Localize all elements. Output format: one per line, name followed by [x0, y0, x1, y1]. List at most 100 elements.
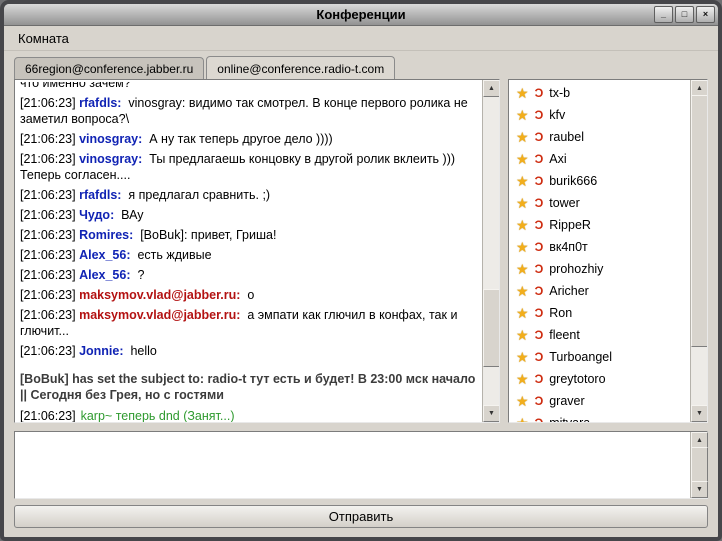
roster-user-name: greytotoro: [549, 372, 605, 386]
minimize-button[interactable]: _: [654, 6, 673, 23]
availability-icon: Ɔ: [535, 262, 544, 276]
roster-user[interactable]: ★ƆAricher: [509, 280, 691, 302]
message-nick: maksymov.vlad@jabber.ru:: [79, 288, 240, 302]
roster-user-name: tx-b: [549, 86, 570, 100]
composer-scrollbar-thumb[interactable]: [691, 447, 708, 483]
scroll-down-button[interactable]: ▼: [483, 405, 500, 422]
message-nick: vinosgray:: [79, 132, 142, 146]
menu-item-room[interactable]: Комната: [10, 29, 77, 48]
roster-user-name: fleent: [549, 328, 580, 342]
chat-scrollbar[interactable]: ▲ ▼: [482, 80, 499, 422]
roster-user[interactable]: ★Ɔmitvara: [509, 412, 691, 422]
chat-message: [21:06:23] Alex_56: ?: [20, 267, 477, 283]
message-text: [BoBuk]: привет, Гриша!: [133, 228, 276, 242]
roster-user[interactable]: ★Ɔfleent: [509, 324, 691, 346]
roster-user-name: Turboangel: [549, 350, 612, 364]
send-button[interactable]: Отправить: [14, 505, 708, 528]
message-nick: Alex_56:: [79, 248, 130, 262]
availability-icon: Ɔ: [535, 174, 544, 188]
star-icon: ★: [516, 195, 529, 212]
star-icon: ★: [516, 371, 529, 388]
availability-icon: Ɔ: [535, 416, 544, 422]
message-input[interactable]: [15, 432, 691, 498]
chat-log[interactable]: что именно зачем? [21:06:23] rfafdls: vi…: [15, 80, 483, 422]
roster-user[interactable]: ★ƆTurboangel: [509, 346, 691, 368]
availability-icon: Ɔ: [535, 306, 544, 320]
send-row: Отправить: [14, 505, 708, 528]
availability-icon: Ɔ: [535, 86, 544, 100]
star-icon: ★: [516, 261, 529, 278]
roster-user[interactable]: ★ Ɔgreytotoro: [509, 368, 691, 390]
roster-user-name: prohozhiy: [549, 262, 603, 276]
message-text: ?: [131, 268, 145, 282]
title-bar[interactable]: Конференции _ □ ×: [4, 4, 718, 26]
tab-66region-conference[interactable]: 66region@conference.jabber.ru: [14, 57, 204, 79]
composer-scrollbar[interactable]: ▲ ▼: [690, 432, 707, 498]
maximize-button[interactable]: □: [675, 6, 694, 23]
minimize-icon: _: [661, 10, 666, 19]
availability-icon: Ɔ: [535, 196, 544, 210]
star-icon: ★: [516, 173, 529, 190]
scroll-down-button[interactable]: ▼: [691, 481, 708, 498]
roster-user[interactable]: ★ƆRippeR: [509, 214, 691, 236]
roster-user[interactable]: ★ Ɔburik666: [509, 170, 691, 192]
chat-message: [21:06:23] maksymov.vlad@jabber.ru: о: [20, 287, 477, 303]
status-text: karp~ теперь dnd (Занят...): [81, 409, 235, 422]
roster-user[interactable]: ★ƆAxi: [509, 148, 691, 170]
message-nick: Alex_56:: [79, 268, 130, 282]
conference-window: Конференции _ □ × Комната 66region@confe…: [0, 0, 722, 541]
status-message: [21:06:23] karp~ теперь dnd (Занят...): [20, 408, 477, 422]
message-time: [21:06:23]: [20, 248, 79, 262]
chat-scrollbar-thumb[interactable]: [483, 289, 500, 367]
chat-message: [21:06:23] Jonnie: hello: [20, 343, 477, 359]
roster-user[interactable]: ★Ɔkfv: [509, 104, 691, 126]
roster-user-name: graver: [549, 394, 584, 408]
roster-scrollbar[interactable]: ▲ ▼: [690, 80, 707, 422]
window-title: Конференции: [4, 7, 718, 22]
roster-user-name: burik666: [549, 174, 597, 188]
roster-user[interactable]: ★Ɔtx-b: [509, 82, 691, 104]
message-text: я предлагал сравнить. ;): [121, 188, 270, 202]
star-icon: ★: [516, 283, 529, 300]
message-text: есть ждивые: [131, 248, 212, 262]
availability-icon: Ɔ: [535, 240, 544, 254]
status-time: [21:06:23]: [20, 409, 76, 422]
roster-user-name: raubel: [549, 130, 584, 144]
roster-scrollbar-thumb[interactable]: [691, 95, 708, 347]
availability-icon: Ɔ: [535, 394, 544, 408]
message-nick: maksymov.vlad@jabber.ru:: [79, 308, 240, 322]
chat-message: [21:06:23] vinosgray: Ты предлагаешь кон…: [20, 151, 477, 183]
roster-user[interactable]: ★ Ɔgraver: [509, 390, 691, 412]
scroll-down-button[interactable]: ▼: [691, 405, 708, 422]
tab-bar: 66region@conference.jabber.ru online@con…: [4, 51, 718, 79]
window-controls: _ □ ×: [654, 6, 718, 23]
menu-bar: Комната: [4, 26, 718, 51]
chat-pane: что именно зачем? [21:06:23] rfafdls: vi…: [14, 79, 500, 423]
star-icon: ★: [516, 239, 529, 256]
subject-message: [BoBuk] has set the subject to: radio-t …: [20, 371, 477, 403]
clipped-message: что именно зачем?: [20, 82, 477, 91]
message-time: [21:06:23]: [20, 268, 79, 282]
tab-online-radio-t[interactable]: online@conference.radio-t.com: [206, 56, 395, 79]
roster-user-name: kfv: [549, 108, 565, 122]
message-text: ВАу: [114, 208, 143, 222]
close-button[interactable]: ×: [696, 6, 715, 23]
roster-user[interactable]: ★Ɔtower: [509, 192, 691, 214]
scroll-down-icon: ▼: [696, 410, 703, 417]
roster-user[interactable]: ★ƆRon: [509, 302, 691, 324]
message-nick: Romires:: [79, 228, 133, 242]
roster-user-name: вк4п0т: [549, 240, 588, 254]
star-icon: ★: [516, 393, 529, 410]
message-text: о: [240, 288, 254, 302]
chat-messages: [21:06:23] rfafdls: vinosgray: видимо та…: [20, 95, 477, 359]
availability-icon: Ɔ: [535, 372, 544, 386]
star-icon: ★: [516, 349, 529, 366]
chat-message: [21:06:23] Romires: [BoBuk]: привет, Гри…: [20, 227, 477, 243]
roster-user[interactable]: ★Ɔraubel: [509, 126, 691, 148]
scroll-up-button[interactable]: ▲: [483, 80, 500, 97]
roster-user[interactable]: ★ Ɔвк4п0т: [509, 236, 691, 258]
star-icon: ★: [516, 151, 529, 168]
star-icon: ★: [516, 107, 529, 124]
scroll-up-icon: ▲: [488, 85, 495, 92]
roster-user[interactable]: ★ Ɔprohozhiy: [509, 258, 691, 280]
